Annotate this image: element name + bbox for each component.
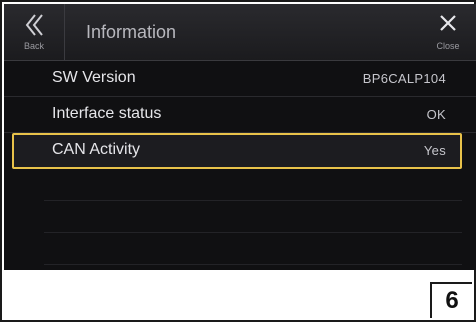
figure-number: 6 [430, 282, 472, 318]
list-item-interface-status[interactable]: Interface status OK [4, 97, 476, 133]
row-value: OK [426, 107, 446, 122]
list-item-can-activity[interactable]: CAN Activity Yes [12, 133, 462, 169]
info-list: SW Version BP6CALP104 Interface status O… [4, 61, 476, 265]
row-label: CAN Activity [52, 141, 141, 158]
row-value: Yes [423, 143, 446, 158]
page-title: Information [86, 22, 177, 42]
device-screen: Back Information Close SW Version BP6CAL… [4, 4, 476, 270]
empty-list-row [44, 201, 462, 233]
header-bar: Back Information Close [4, 4, 476, 61]
close-icon [440, 15, 456, 31]
row-label: SW Version [52, 69, 136, 86]
figure-frame: Back Information Close SW Version BP6CAL… [0, 0, 476, 322]
empty-list-row [44, 233, 462, 265]
row-label: Interface status [52, 105, 162, 122]
row-value: BP6CALP104 [362, 71, 446, 86]
back-chevrons-icon [25, 14, 43, 36]
list-item-sw-version[interactable]: SW Version BP6CALP104 [4, 61, 476, 97]
close-label: Close [436, 41, 460, 51]
back-button[interactable]: Back [4, 4, 65, 60]
close-button[interactable]: Close [420, 4, 476, 60]
empty-list-row [44, 169, 462, 201]
back-label: Back [23, 41, 44, 51]
